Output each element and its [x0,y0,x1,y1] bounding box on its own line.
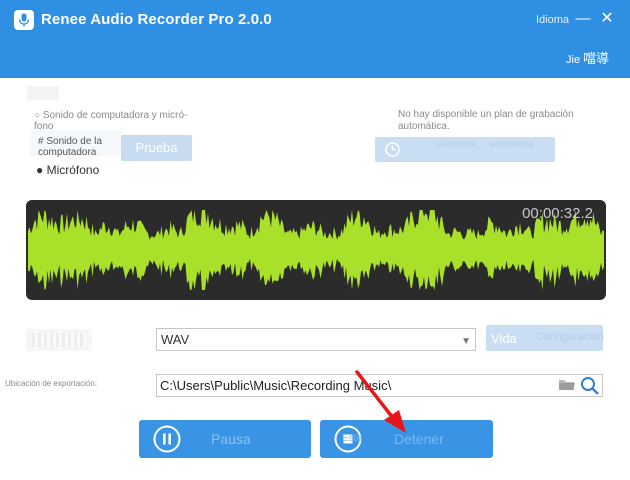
minimize-button[interactable]: — [574,9,592,29]
waveform-panel: 00:00:32.2 [26,200,606,300]
recording-timer: 00:00:32.2 [522,205,593,222]
format-selected-value: WAV [161,332,190,347]
folder-icon[interactable] [558,377,576,392]
chevron-down-icon: ▼ [461,336,471,347]
stop-sublabel: Esto [342,433,363,444]
schedule-button[interactable]: Grabación ... automática [375,137,555,162]
pause-button[interactable]: Pausa [139,420,311,458]
title-bar: Renee Audio Recorder Pro 2.0.0 Idioma — … [0,0,630,78]
pause-icon [153,425,181,453]
quality-button-label: Vida [491,331,517,346]
clock-icon [385,142,400,157]
format-label [26,329,92,351]
format-select[interactable]: WAV ▼ [156,328,476,351]
quality-settings-button[interactable]: Vida Configuración [486,325,604,351]
close-button[interactable]: ✕ [598,9,616,29]
source-option-computer-sound[interactable]: # Sonido de la computadora [38,136,118,158]
app-logo-icon [14,10,34,30]
source-option-computer-and-mic[interactable]: ○ Sonido de computadora y micró-fono [34,110,204,132]
user-label-cjk: 噹導 [583,51,610,66]
stop-label: Detener [394,431,444,447]
pause-label: Pausa [211,431,251,447]
search-icon[interactable] [580,376,600,396]
schedule-button-label: Grabación ... automática [435,139,534,149]
source-section-label [27,86,59,100]
export-path-field[interactable]: C:\Users\Public\Music\Recording Music\ [156,374,603,397]
stop-button[interactable]: Esto Detener [320,420,493,458]
settings-button-label: Configuración [536,331,604,343]
language-link[interactable]: Idioma [536,14,569,26]
source-option-microphone[interactable]: ● Micrófono [36,164,99,176]
export-location-label: Ubicación de exportación: [5,379,98,388]
test-button[interactable]: Prueba [121,135,192,161]
user-account-link[interactable]: Jie 噹導 [566,48,609,67]
schedule-note: No hay disponible un plan de grabación a… [398,109,574,132]
audio-waveform [28,210,604,290]
app-title: Renee Audio Recorder Pro 2.0.0 [41,11,272,28]
user-label: Jie [566,54,581,66]
